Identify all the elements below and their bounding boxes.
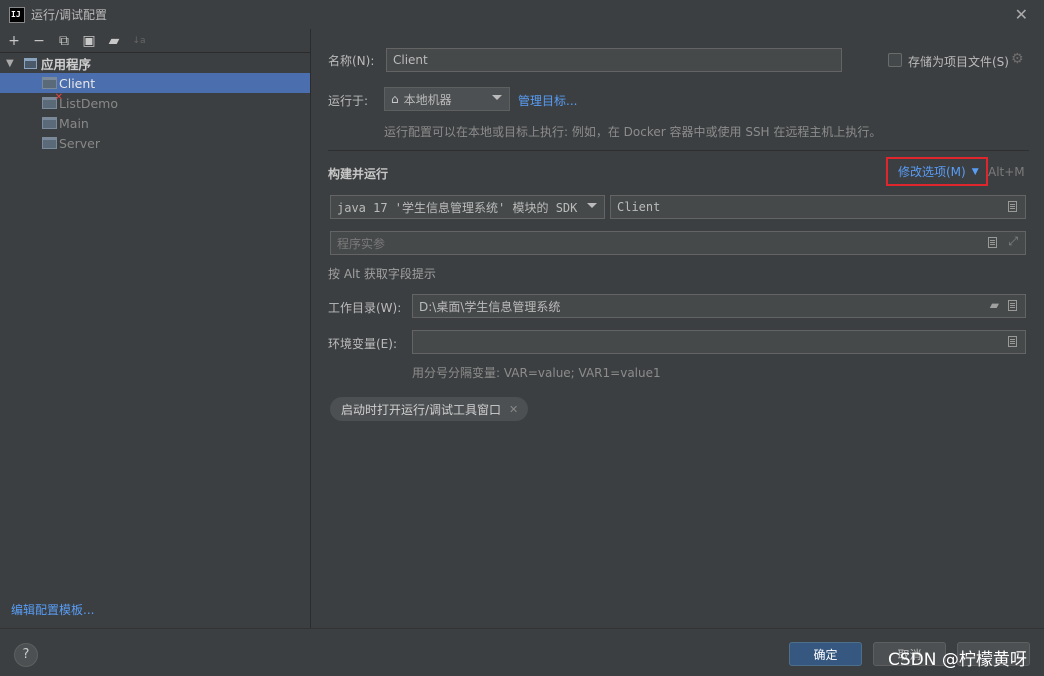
tree-item-main[interactable]: Main bbox=[0, 113, 310, 133]
tree-item-client[interactable]: Client bbox=[0, 73, 310, 93]
tree-item-server[interactable]: Server bbox=[0, 133, 310, 153]
name-input[interactable]: Client bbox=[386, 48, 842, 72]
browse-icon[interactable] bbox=[1008, 201, 1017, 212]
application-folder-icon bbox=[24, 57, 37, 69]
new-folder-icon[interactable]: ▰ bbox=[106, 33, 122, 49]
remove-icon[interactable]: − bbox=[31, 33, 47, 49]
configurations-toolbar: + − ⧉ ▣ ▰ ↓a bbox=[0, 29, 310, 53]
intellij-logo-icon: IJ bbox=[9, 6, 25, 23]
program-arguments-placeholder: 程序实参 bbox=[337, 236, 386, 251]
application-config-icon bbox=[42, 137, 57, 149]
name-value: Client bbox=[393, 53, 428, 67]
sdk-dropdown[interactable]: java 17 '学生信息管理系统' 模块的 SDK bbox=[330, 195, 605, 219]
dialog-footer: ? 确定 取消 CSDN @柠檬黄呀 bbox=[0, 628, 1044, 676]
configurations-tree: ▼ 应用程序 Client ListDemo Main Server bbox=[0, 53, 310, 153]
folder-icon[interactable]: ▰ bbox=[990, 298, 999, 312]
close-icon[interactable]: ✕ bbox=[1015, 5, 1028, 24]
run-on-dropdown[interactable]: ⌂ 本地机器 bbox=[384, 87, 510, 111]
edit-text-icon[interactable] bbox=[1008, 300, 1017, 311]
watermark: CSDN @柠檬黄呀 bbox=[888, 650, 1027, 670]
run-on-value: 本地机器 bbox=[403, 92, 452, 107]
environment-variables-input[interactable] bbox=[412, 330, 1026, 354]
run-on-hint: 运行配置可以在本地或目标上执行: 例如，在 Docker 容器中或使用 SSH … bbox=[384, 125, 882, 139]
tree-item-label: Main bbox=[59, 115, 89, 131]
application-config-icon bbox=[42, 117, 57, 129]
sdk-value: java 17 '学生信息管理系统' 模块的 SDK bbox=[337, 200, 578, 215]
dropdown-arrow-icon bbox=[492, 95, 502, 100]
open-tool-window-label: 启动时打开运行/调试工具窗口 bbox=[341, 402, 502, 417]
help-button[interactable]: ? bbox=[14, 643, 38, 667]
main-class-input[interactable]: Client bbox=[610, 195, 1026, 219]
edit-templates-link[interactable]: 编辑配置模板... bbox=[11, 601, 94, 618]
tree-group-label: 应用程序 bbox=[41, 56, 92, 72]
tree-item-label: Client bbox=[59, 75, 96, 91]
expand-icon[interactable]: ⤢ bbox=[1008, 234, 1018, 249]
ok-button[interactable]: 确定 bbox=[789, 642, 862, 666]
dropdown-arrow-icon bbox=[587, 203, 597, 208]
open-tool-window-chip[interactable]: 启动时打开运行/调试工具窗口 ✕ bbox=[330, 397, 529, 421]
title-bar: IJ 运行/调试配置 ✕ bbox=[0, 0, 1044, 29]
copy-icon[interactable]: ⧉ bbox=[56, 33, 72, 49]
modify-options-label: 修改选项(M) bbox=[898, 165, 966, 179]
remove-chip-icon[interactable]: ✕ bbox=[509, 403, 518, 416]
build-and-run-title: 构建并运行 bbox=[328, 167, 389, 181]
section-divider bbox=[328, 150, 1029, 151]
tree-item-label: ListDemo bbox=[59, 95, 118, 111]
chevron-down-icon[interactable]: ▼ bbox=[6, 58, 20, 69]
store-as-project-file-label: 存储为项目文件(S) bbox=[908, 55, 1009, 69]
working-directory-input[interactable]: D:\桌面\学生信息管理系统 ▰ bbox=[412, 294, 1026, 318]
window-title: 运行/调试配置 bbox=[31, 8, 108, 22]
main-class-value: Client bbox=[617, 200, 661, 214]
environment-variables-label: 环境变量(E): bbox=[328, 337, 397, 351]
chevron-down-icon: ▼ bbox=[971, 166, 979, 177]
manage-targets-link[interactable]: 管理目标... bbox=[518, 92, 577, 109]
modify-options-button[interactable]: 修改选项(M) ▼ bbox=[886, 157, 988, 186]
name-label: 名称(N): bbox=[328, 54, 375, 68]
home-icon: ⌂ bbox=[391, 92, 399, 106]
alt-hint: 按 Alt 获取字段提示 bbox=[328, 267, 436, 281]
working-directory-value: D:\桌面\学生信息管理系统 bbox=[419, 299, 561, 314]
configuration-form: 名称(N): Client 存储为项目文件(S) ⚙ 运行于: ⌂ 本地机器 管… bbox=[312, 29, 1044, 628]
save-icon[interactable]: ▣ bbox=[81, 33, 97, 49]
configurations-panel: + − ⧉ ▣ ▰ ↓a ▼ 应用程序 Client ListDemo Main… bbox=[0, 29, 311, 628]
gear-icon[interactable]: ⚙ bbox=[1011, 51, 1024, 67]
store-as-project-file-checkbox[interactable] bbox=[888, 53, 902, 67]
tree-item-label: Server bbox=[59, 135, 100, 151]
working-directory-label: 工作目录(W): bbox=[328, 301, 402, 315]
run-on-label: 运行于: bbox=[328, 94, 369, 108]
application-config-icon bbox=[42, 77, 57, 89]
add-icon[interactable]: + bbox=[6, 33, 22, 49]
tree-item-listdemo[interactable]: ListDemo bbox=[0, 92, 310, 113]
edit-env-icon[interactable] bbox=[1008, 336, 1017, 347]
environment-variables-hint: 用分号分隔变量: VAR=value; VAR1=value1 bbox=[412, 366, 661, 380]
modify-options-shortcut: Alt+M bbox=[988, 165, 1025, 179]
program-arguments-input[interactable]: 程序实参 ⤢ bbox=[330, 231, 1026, 255]
edit-text-icon[interactable] bbox=[988, 237, 997, 248]
application-config-error-icon bbox=[42, 92, 63, 109]
sort-icon[interactable]: ↓a bbox=[131, 33, 147, 49]
tree-group-application[interactable]: ▼ 应用程序 bbox=[0, 53, 310, 73]
